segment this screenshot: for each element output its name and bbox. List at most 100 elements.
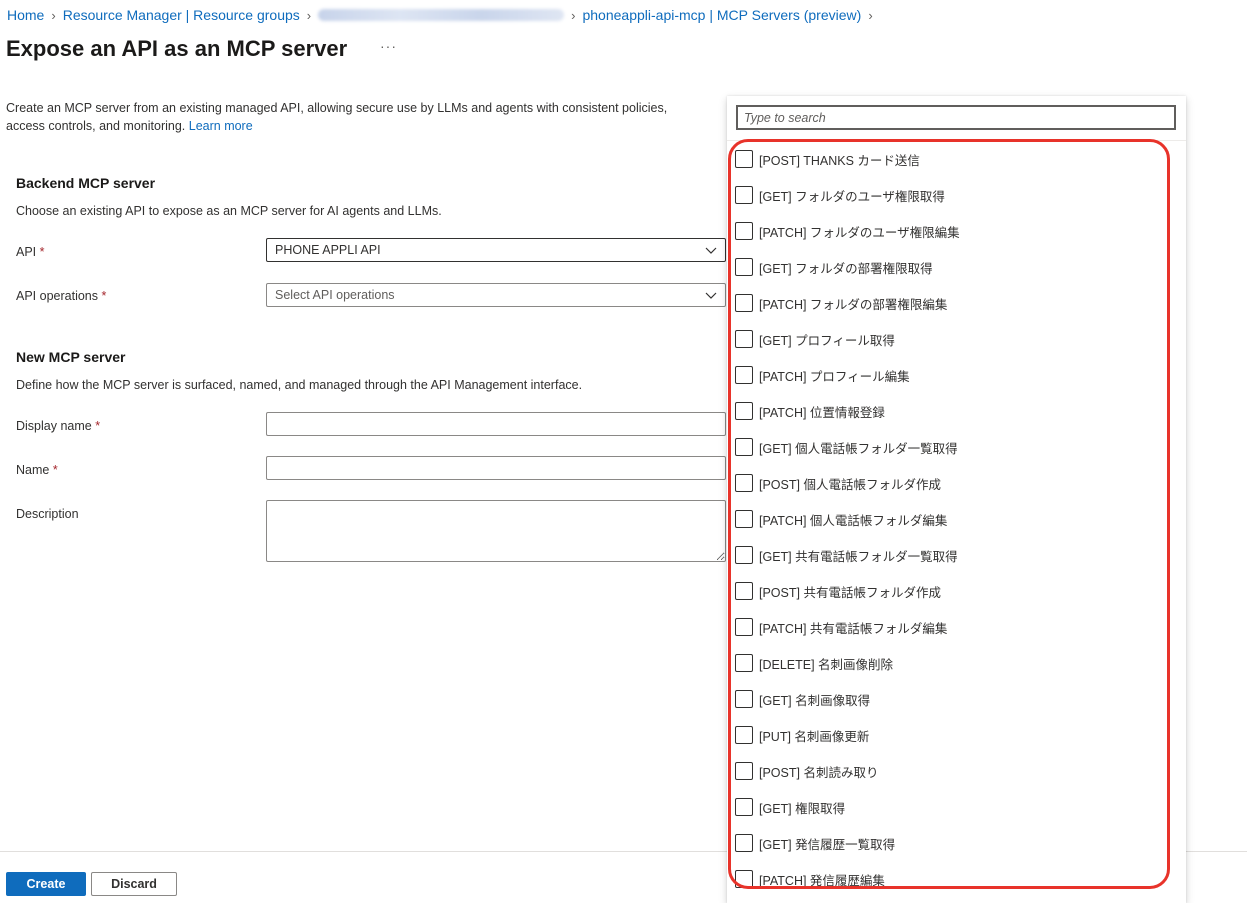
- new-server-section-description: Define how the MCP server is surfaced, n…: [16, 378, 583, 392]
- operation-option[interactable]: [GET] プロフィール取得: [727, 321, 1186, 357]
- operation-label: [POST] THANKS カード送信: [759, 153, 920, 168]
- checkbox-icon[interactable]: [735, 474, 753, 492]
- checkbox-icon[interactable]: [735, 150, 753, 168]
- api-operations-label-text: API operations: [16, 289, 98, 303]
- display-name-label: Display name *: [16, 419, 100, 433]
- page-title: Expose an API as an MCP server: [6, 36, 348, 61]
- required-marker: *: [39, 245, 45, 259]
- operation-label: [DELETE] 名刺画像削除: [759, 657, 894, 672]
- operation-label: [PUT] 名刺画像更新: [759, 729, 870, 744]
- checkbox-icon[interactable]: [735, 366, 753, 384]
- breadcrumb: Home › Resource Manager | Resource group…: [7, 6, 880, 24]
- operation-label: [GET] 名刺画像取得: [759, 693, 871, 708]
- operation-option[interactable]: [GET] フォルダのユーザ権限取得: [727, 177, 1186, 213]
- breadcrumb-separator-icon: ›: [868, 7, 873, 23]
- operation-option[interactable]: [PUT] 名刺画像更新: [727, 717, 1186, 753]
- checkbox-icon[interactable]: [735, 582, 753, 600]
- api-operations-dropdown: [POST] THANKS カード送信 [GET] フォルダのユーザ権限取得 [PA…: [727, 96, 1186, 903]
- operation-option[interactable]: [POST] 共有電話帳フォルダ作成: [727, 573, 1186, 609]
- name-label-text: Name: [16, 463, 50, 477]
- operation-label: [PATCH] 発信履歴編集: [759, 873, 885, 888]
- display-name-input[interactable]: [266, 412, 726, 436]
- operation-option[interactable]: [POST] 個人電話帳フォルダ作成: [727, 465, 1186, 501]
- checkbox-icon[interactable]: [735, 798, 753, 816]
- operation-label: [GET] プロフィール取得: [759, 333, 895, 348]
- backend-section-description: Choose an existing API to expose as an M…: [16, 204, 442, 218]
- operations-search-input[interactable]: [736, 105, 1176, 130]
- api-select[interactable]: PHONE APPLI API: [266, 238, 726, 262]
- checkbox-icon[interactable]: [735, 186, 753, 204]
- operation-label: [GET] 共有電話帳フォルダ一覧取得: [759, 549, 958, 564]
- operation-option[interactable]: [DELETE] 名刺画像削除: [727, 645, 1186, 681]
- operation-option[interactable]: [GET] 共有電話帳フォルダ一覧取得: [727, 537, 1186, 573]
- breadcrumb-resource-groups-link[interactable]: Resource Manager | Resource groups: [63, 7, 300, 23]
- checkbox-icon[interactable]: [735, 870, 753, 888]
- operation-option[interactable]: [GET] フォルダの部署権限取得: [727, 249, 1186, 285]
- operation-label: [PATCH] プロフィール編集: [759, 369, 910, 384]
- required-marker: *: [52, 463, 58, 477]
- operation-option[interactable]: [POST] 名刺読み取り: [727, 753, 1186, 789]
- api-label-text: API: [16, 245, 37, 259]
- breadcrumb-separator-icon: ›: [306, 7, 312, 23]
- operation-option[interactable]: [PATCH] フォルダのユーザ権限編集: [727, 213, 1186, 249]
- checkbox-icon[interactable]: [735, 438, 753, 456]
- checkbox-icon[interactable]: [735, 222, 753, 240]
- breadcrumb-home-link[interactable]: Home: [7, 7, 44, 23]
- new-server-section-heading: New MCP server: [16, 349, 126, 365]
- checkbox-icon[interactable]: [735, 654, 753, 672]
- checkbox-icon[interactable]: [735, 834, 753, 852]
- operation-label: [GET] フォルダの部署権限取得: [759, 261, 933, 276]
- breadcrumb-separator-icon: ›: [51, 7, 56, 23]
- intro-text: Create an MCP server from an existing ma…: [6, 99, 706, 135]
- api-operations-select[interactable]: Select API operations: [266, 283, 726, 307]
- more-options-icon[interactable]: ···: [380, 38, 397, 54]
- operation-option[interactable]: [GET] 権限取得: [727, 789, 1186, 825]
- required-marker: *: [95, 419, 101, 433]
- checkbox-icon[interactable]: [735, 762, 753, 780]
- checkbox-icon[interactable]: [735, 546, 753, 564]
- checkbox-icon[interactable]: [735, 258, 753, 276]
- breadcrumb-redacted-resource-group[interactable]: [318, 9, 565, 21]
- checkbox-icon[interactable]: [735, 294, 753, 312]
- learn-more-link[interactable]: Learn more: [189, 119, 253, 133]
- backend-section-heading: Backend MCP server: [16, 175, 156, 191]
- operation-option[interactable]: [GET] 個人電話帳フォルダ一覧取得: [727, 429, 1186, 465]
- operation-label: [PATCH] 個人電話帳フォルダ編集: [759, 513, 948, 528]
- operation-option[interactable]: [GET] 名刺画像取得: [727, 681, 1186, 717]
- operation-option[interactable]: [PATCH] 共有電話帳フォルダ編集: [727, 609, 1186, 645]
- operation-option[interactable]: [GET] 発信履歴一覧取得: [727, 825, 1186, 861]
- operation-label: [POST] 個人電話帳フォルダ作成: [759, 477, 941, 492]
- create-button[interactable]: Create: [6, 872, 86, 896]
- breadcrumb-separator-icon: ›: [571, 7, 576, 23]
- chevron-down-icon: [705, 247, 717, 254]
- operation-label: [GET] 個人電話帳フォルダ一覧取得: [759, 441, 958, 456]
- operation-label: [POST] 共有電話帳フォルダ作成: [759, 585, 941, 600]
- discard-button[interactable]: Discard: [91, 872, 177, 896]
- chevron-down-icon: [705, 292, 717, 299]
- checkbox-icon[interactable]: [735, 690, 753, 708]
- checkbox-icon[interactable]: [735, 618, 753, 636]
- operation-option[interactable]: [PATCH] フォルダの部署権限編集: [727, 285, 1186, 321]
- operation-label: [PATCH] フォルダのユーザ権限編集: [759, 225, 960, 240]
- operation-label: [GET] フォルダのユーザ権限取得: [759, 189, 945, 204]
- required-marker: *: [101, 289, 107, 303]
- checkbox-icon[interactable]: [735, 402, 753, 420]
- checkbox-icon[interactable]: [735, 510, 753, 528]
- operation-label: [POST] 名刺読み取り: [759, 765, 879, 780]
- operation-option[interactable]: [PATCH] 位置情報登録: [727, 393, 1186, 429]
- description-textarea[interactable]: [266, 500, 726, 562]
- name-input[interactable]: [266, 456, 726, 480]
- name-label: Name *: [16, 463, 58, 477]
- checkbox-icon[interactable]: [735, 726, 753, 744]
- description-label: Description: [16, 507, 79, 521]
- operation-option[interactable]: [PATCH] プロフィール編集: [727, 357, 1186, 393]
- intro-description: Create an MCP server from an existing ma…: [6, 101, 668, 133]
- api-operations-label: API operations *: [16, 289, 106, 303]
- checkbox-icon[interactable]: [735, 330, 753, 348]
- api-select-value: PHONE APPLI API: [275, 243, 381, 257]
- operation-option[interactable]: [POST] THANKS カード送信: [727, 141, 1186, 177]
- operation-label: [GET] 発信履歴一覧取得: [759, 837, 896, 852]
- operation-option[interactable]: [PATCH] 個人電話帳フォルダ編集: [727, 501, 1186, 537]
- breadcrumb-mcp-servers-link[interactable]: phoneappli-api-mcp | MCP Servers (previe…: [582, 7, 861, 23]
- operation-option[interactable]: [PATCH] 発信履歴編集: [727, 861, 1186, 897]
